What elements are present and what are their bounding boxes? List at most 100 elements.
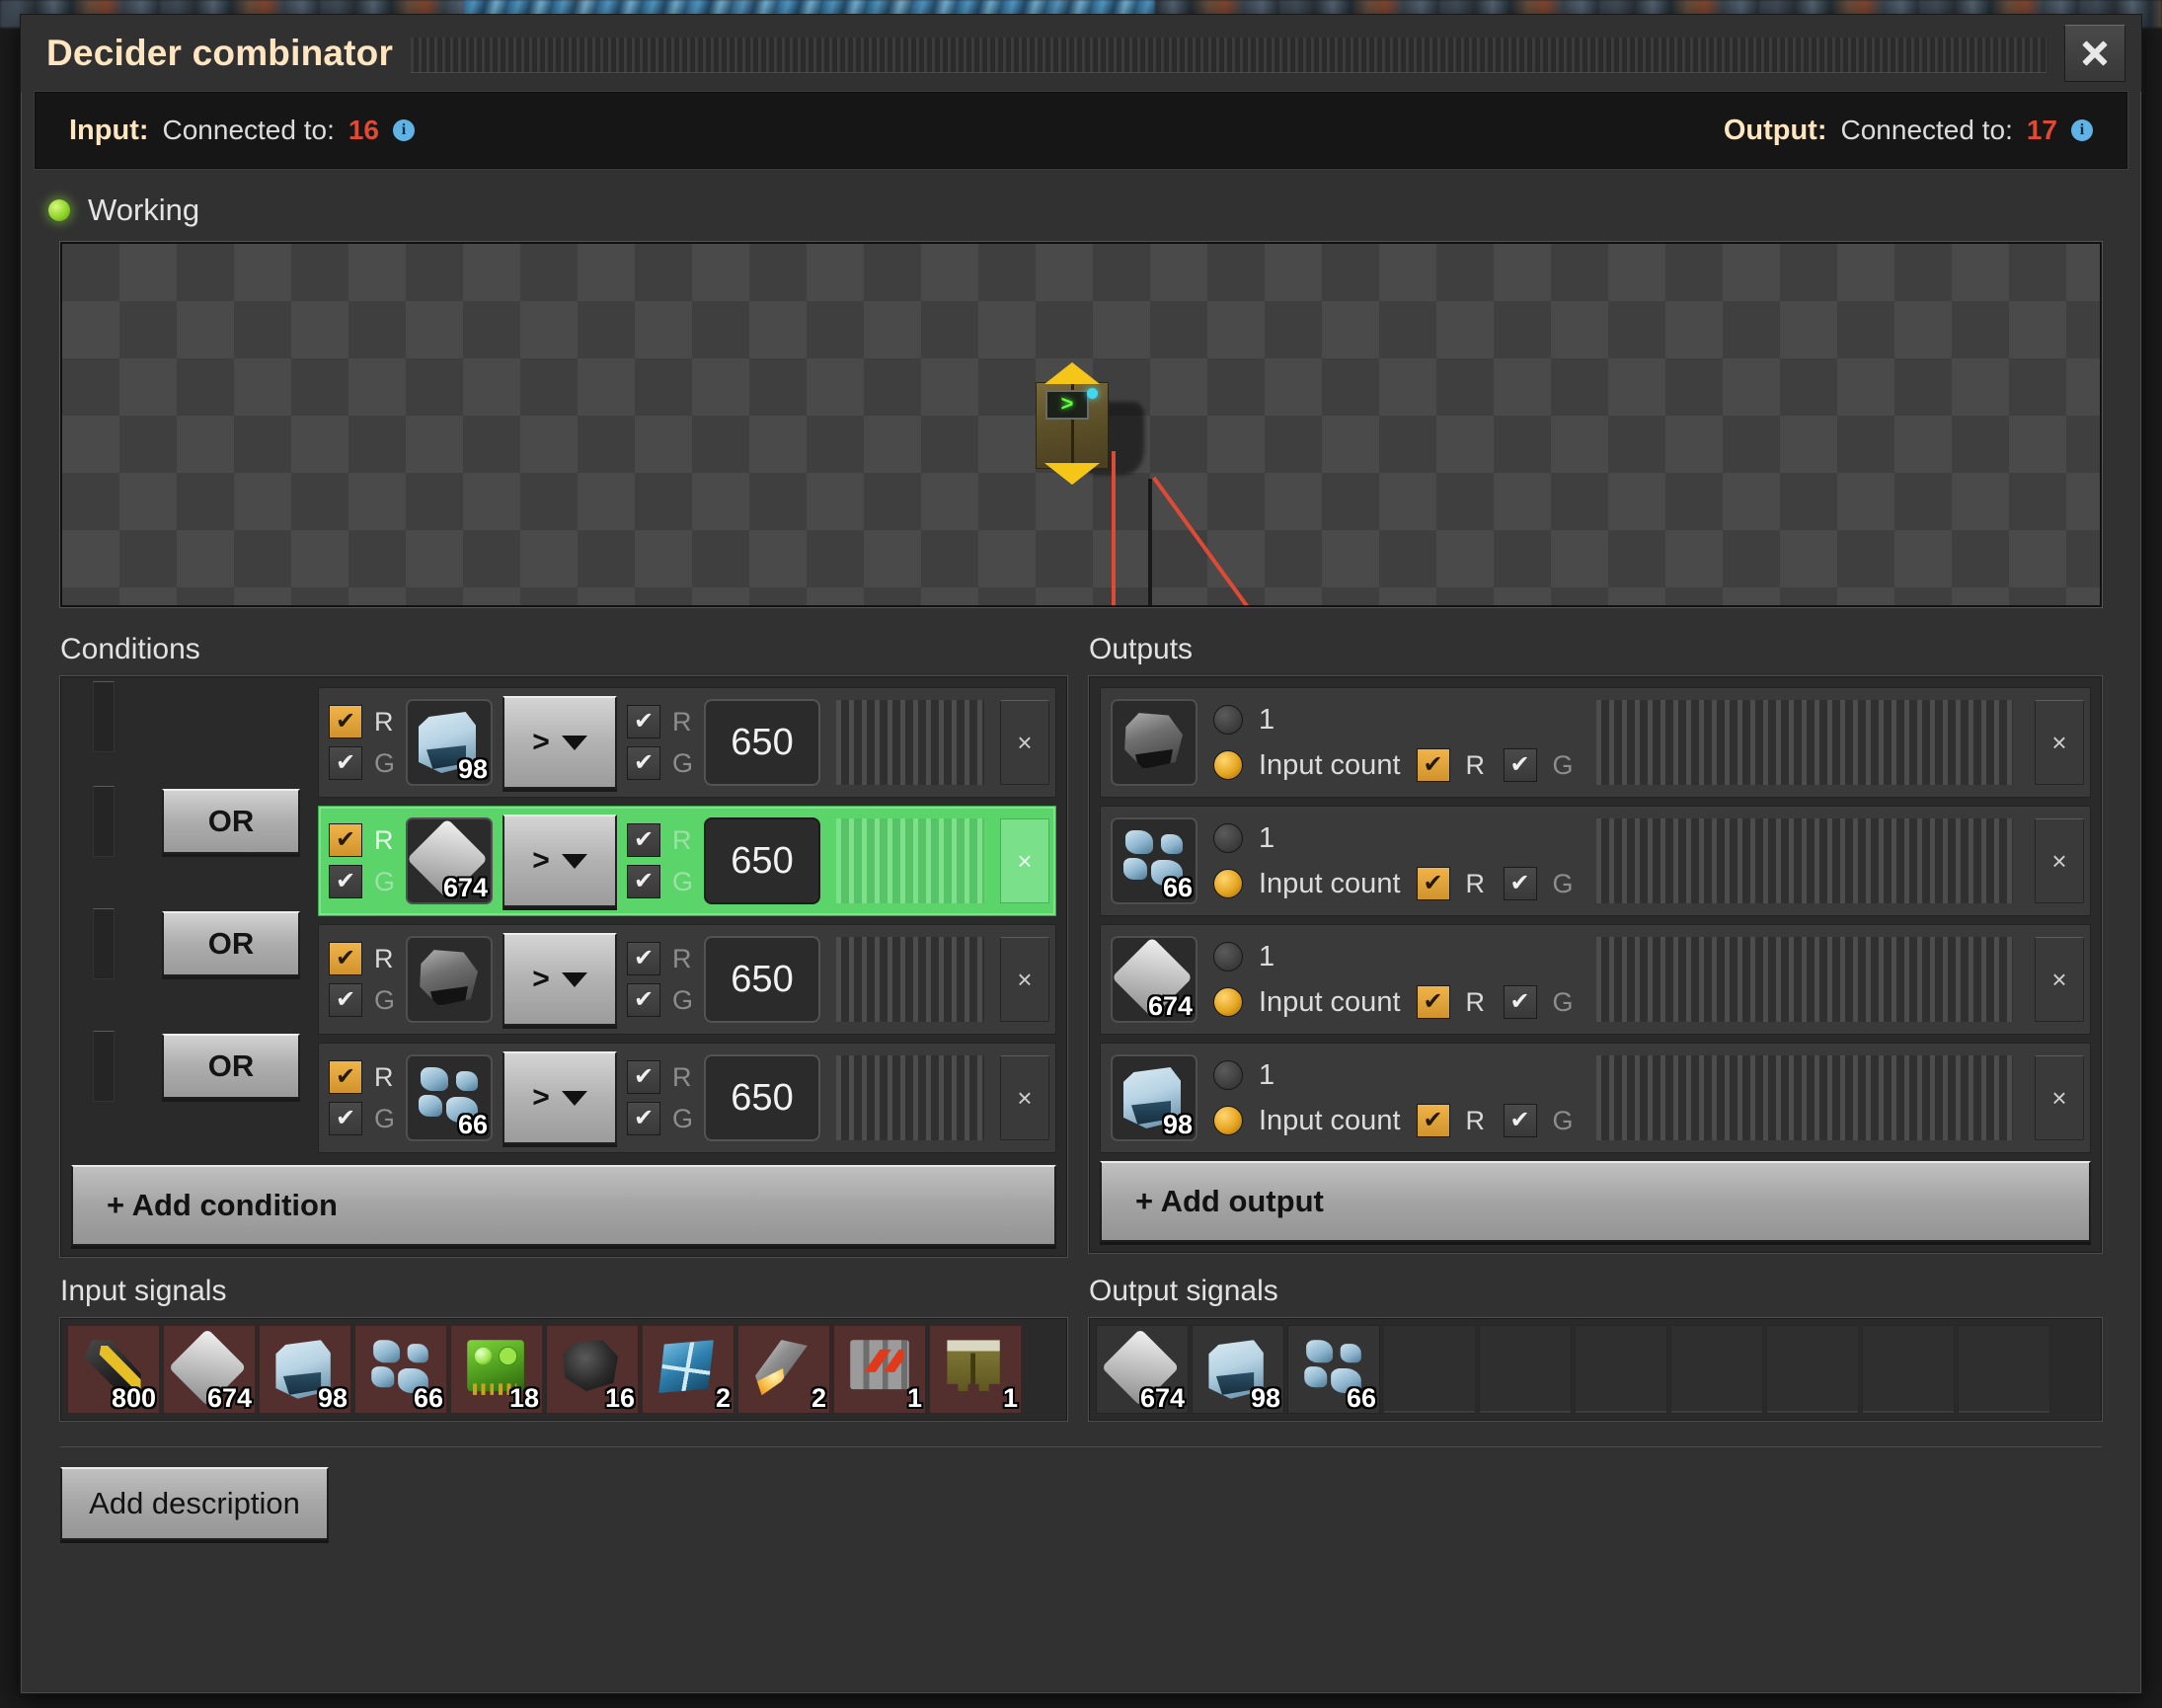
output-row[interactable]: 1 Input count ✔ R ✔ G × [1100, 687, 2091, 798]
output-red-checkbox[interactable]: ✔ [1416, 1104, 1450, 1137]
remove-condition-button[interactable]: × [1000, 700, 1049, 785]
left-red-checkbox[interactable]: ✔ [329, 1060, 362, 1094]
input-count-radio[interactable] [1213, 750, 1243, 780]
output-green-checkbox[interactable]: ✔ [1503, 985, 1537, 1019]
signal-tray-cell[interactable]: 66 [1287, 1325, 1380, 1414]
output-green-checkbox[interactable]: ✔ [1503, 867, 1537, 900]
constant-radio[interactable] [1213, 823, 1243, 853]
output-signal-slot[interactable]: 98 [1111, 1054, 1197, 1141]
left-red-checkbox[interactable]: ✔ [329, 942, 362, 975]
add-description-button[interactable]: Add description [60, 1467, 329, 1540]
signal-tray-cell[interactable]: 98 [1192, 1325, 1284, 1414]
output-green-checkbox[interactable]: ✔ [1503, 1104, 1537, 1137]
signal-tray-cell[interactable]: 98 [259, 1325, 351, 1414]
remove-output-button[interactable]: × [2035, 1055, 2084, 1140]
output-row[interactable]: 66 1 Input count ✔ R ✔ G × [1100, 806, 2091, 916]
output-signal-slot[interactable]: 674 [1111, 936, 1197, 1023]
or-button-3[interactable]: OR [162, 1034, 300, 1099]
input-count-radio[interactable] [1213, 869, 1243, 898]
constant-radio[interactable] [1213, 942, 1243, 971]
right-red-checkbox[interactable]: ✔ [627, 1060, 660, 1094]
or-button-2[interactable]: OR [162, 911, 300, 976]
info-icon[interactable]: i [2071, 119, 2093, 141]
comparator-dropdown[interactable]: > [502, 933, 617, 1026]
condition-signal-slot[interactable]: 98 [406, 699, 493, 786]
input-count-radio[interactable] [1213, 987, 1243, 1017]
right-red-checkbox[interactable]: ✔ [627, 823, 660, 857]
output-constant-row[interactable]: 1 [1213, 1056, 1575, 1094]
condition-row[interactable]: ✔ R ✔ G 66 > ✔ R ✔ G 650 × [318, 1043, 1056, 1153]
comparator-dropdown[interactable]: > [502, 815, 617, 907]
output-red-checkbox[interactable]: ✔ [1416, 748, 1450, 782]
right-green-checkbox[interactable]: ✔ [627, 1102, 660, 1135]
output-signal-slot[interactable]: 66 [1111, 817, 1197, 904]
or-button-1[interactable]: OR [162, 789, 300, 854]
signal-tray-cell-empty[interactable] [1670, 1325, 1763, 1414]
signal-tray-cell[interactable]: 1 [929, 1325, 1022, 1414]
condition-signal-slot[interactable]: 674 [406, 817, 493, 904]
remove-output-button[interactable]: × [2035, 700, 2084, 785]
output-input-count-row[interactable]: Input count ✔ R ✔ G [1213, 865, 1575, 902]
constant-radio[interactable] [1213, 1060, 1243, 1090]
condition-value-input[interactable]: 650 [704, 936, 820, 1023]
right-green-checkbox[interactable]: ✔ [627, 865, 660, 898]
condition-value-input[interactable]: 650 [704, 817, 820, 904]
condition-row[interactable]: ✔ R ✔ G 674 > ✔ R ✔ G 650 × [318, 806, 1056, 916]
right-red-checkbox[interactable]: ✔ [627, 942, 660, 975]
signal-tray-cell[interactable]: 2 [737, 1325, 830, 1414]
output-row[interactable]: 674 1 Input count ✔ R ✔ G × [1100, 924, 2091, 1035]
output-constant-row[interactable]: 1 [1213, 819, 1575, 857]
output-green-checkbox[interactable]: ✔ [1503, 748, 1537, 782]
condition-signal-slot[interactable] [406, 936, 493, 1023]
signal-tray-cell[interactable]: 1 [833, 1325, 926, 1414]
signal-tray-cell[interactable]: 800 [67, 1325, 160, 1414]
right-green-checkbox[interactable]: ✔ [627, 746, 660, 780]
output-red-checkbox[interactable]: ✔ [1416, 985, 1450, 1019]
left-green-checkbox[interactable]: ✔ [329, 746, 362, 780]
signal-tray-cell-empty[interactable] [1479, 1325, 1572, 1414]
remove-output-button[interactable]: × [2035, 818, 2084, 903]
close-button[interactable] [2064, 25, 2125, 82]
remove-condition-button[interactable]: × [1000, 937, 1049, 1022]
right-red-checkbox[interactable]: ✔ [627, 705, 660, 738]
signal-tray-cell-empty[interactable] [1862, 1325, 1955, 1414]
output-input-count-row[interactable]: Input count ✔ R ✔ G [1213, 983, 1575, 1021]
signal-tray-cell[interactable]: 66 [354, 1325, 447, 1414]
condition-value-input[interactable]: 650 [704, 699, 820, 786]
signal-tray-cell[interactable]: 674 [163, 1325, 256, 1414]
output-row[interactable]: 98 1 Input count ✔ R ✔ G × [1100, 1043, 2091, 1153]
signal-tray-cell-empty[interactable] [1383, 1325, 1476, 1414]
signal-tray-cell-empty[interactable] [1575, 1325, 1667, 1414]
left-green-checkbox[interactable]: ✔ [329, 1102, 362, 1135]
window-drag-handle[interactable] [411, 38, 2046, 73]
output-red-checkbox[interactable]: ✔ [1416, 867, 1450, 900]
comparator-dropdown[interactable]: > [502, 696, 617, 789]
comparator-dropdown[interactable]: > [502, 1051, 617, 1144]
output-input-count-row[interactable]: Input count ✔ R ✔ G [1213, 1102, 1575, 1139]
signal-tray-cell-empty[interactable] [1958, 1325, 2050, 1414]
add-output-button[interactable]: + Add output [1100, 1161, 2091, 1242]
entity-preview[interactable]: > [60, 242, 2102, 607]
right-green-checkbox[interactable]: ✔ [627, 983, 660, 1017]
signal-tray-cell[interactable]: 2 [642, 1325, 734, 1414]
output-constant-row[interactable]: 1 [1213, 938, 1575, 975]
add-condition-button[interactable]: + Add condition [71, 1165, 1056, 1246]
condition-signal-slot[interactable]: 66 [406, 1054, 493, 1141]
signal-tray-cell[interactable]: 18 [450, 1325, 543, 1414]
signal-tray-cell[interactable]: 674 [1096, 1325, 1189, 1414]
left-red-checkbox[interactable]: ✔ [329, 705, 362, 738]
condition-row[interactable]: ✔ R ✔ G > ✔ R ✔ G 650 × [318, 924, 1056, 1035]
remove-condition-button[interactable]: × [1000, 818, 1049, 903]
left-red-checkbox[interactable]: ✔ [329, 823, 362, 857]
remove-output-button[interactable]: × [2035, 937, 2084, 1022]
left-green-checkbox[interactable]: ✔ [329, 983, 362, 1017]
condition-row[interactable]: ✔ R ✔ G 98 > ✔ R ✔ G 650 × [318, 687, 1056, 798]
output-signal-slot[interactable] [1111, 699, 1197, 786]
constant-radio[interactable] [1213, 705, 1243, 735]
signal-tray-cell[interactable]: 16 [546, 1325, 639, 1414]
left-green-checkbox[interactable]: ✔ [329, 865, 362, 898]
remove-condition-button[interactable]: × [1000, 1055, 1049, 1140]
info-icon[interactable]: i [393, 119, 416, 141]
condition-value-input[interactable]: 650 [704, 1054, 820, 1141]
output-constant-row[interactable]: 1 [1213, 701, 1575, 738]
